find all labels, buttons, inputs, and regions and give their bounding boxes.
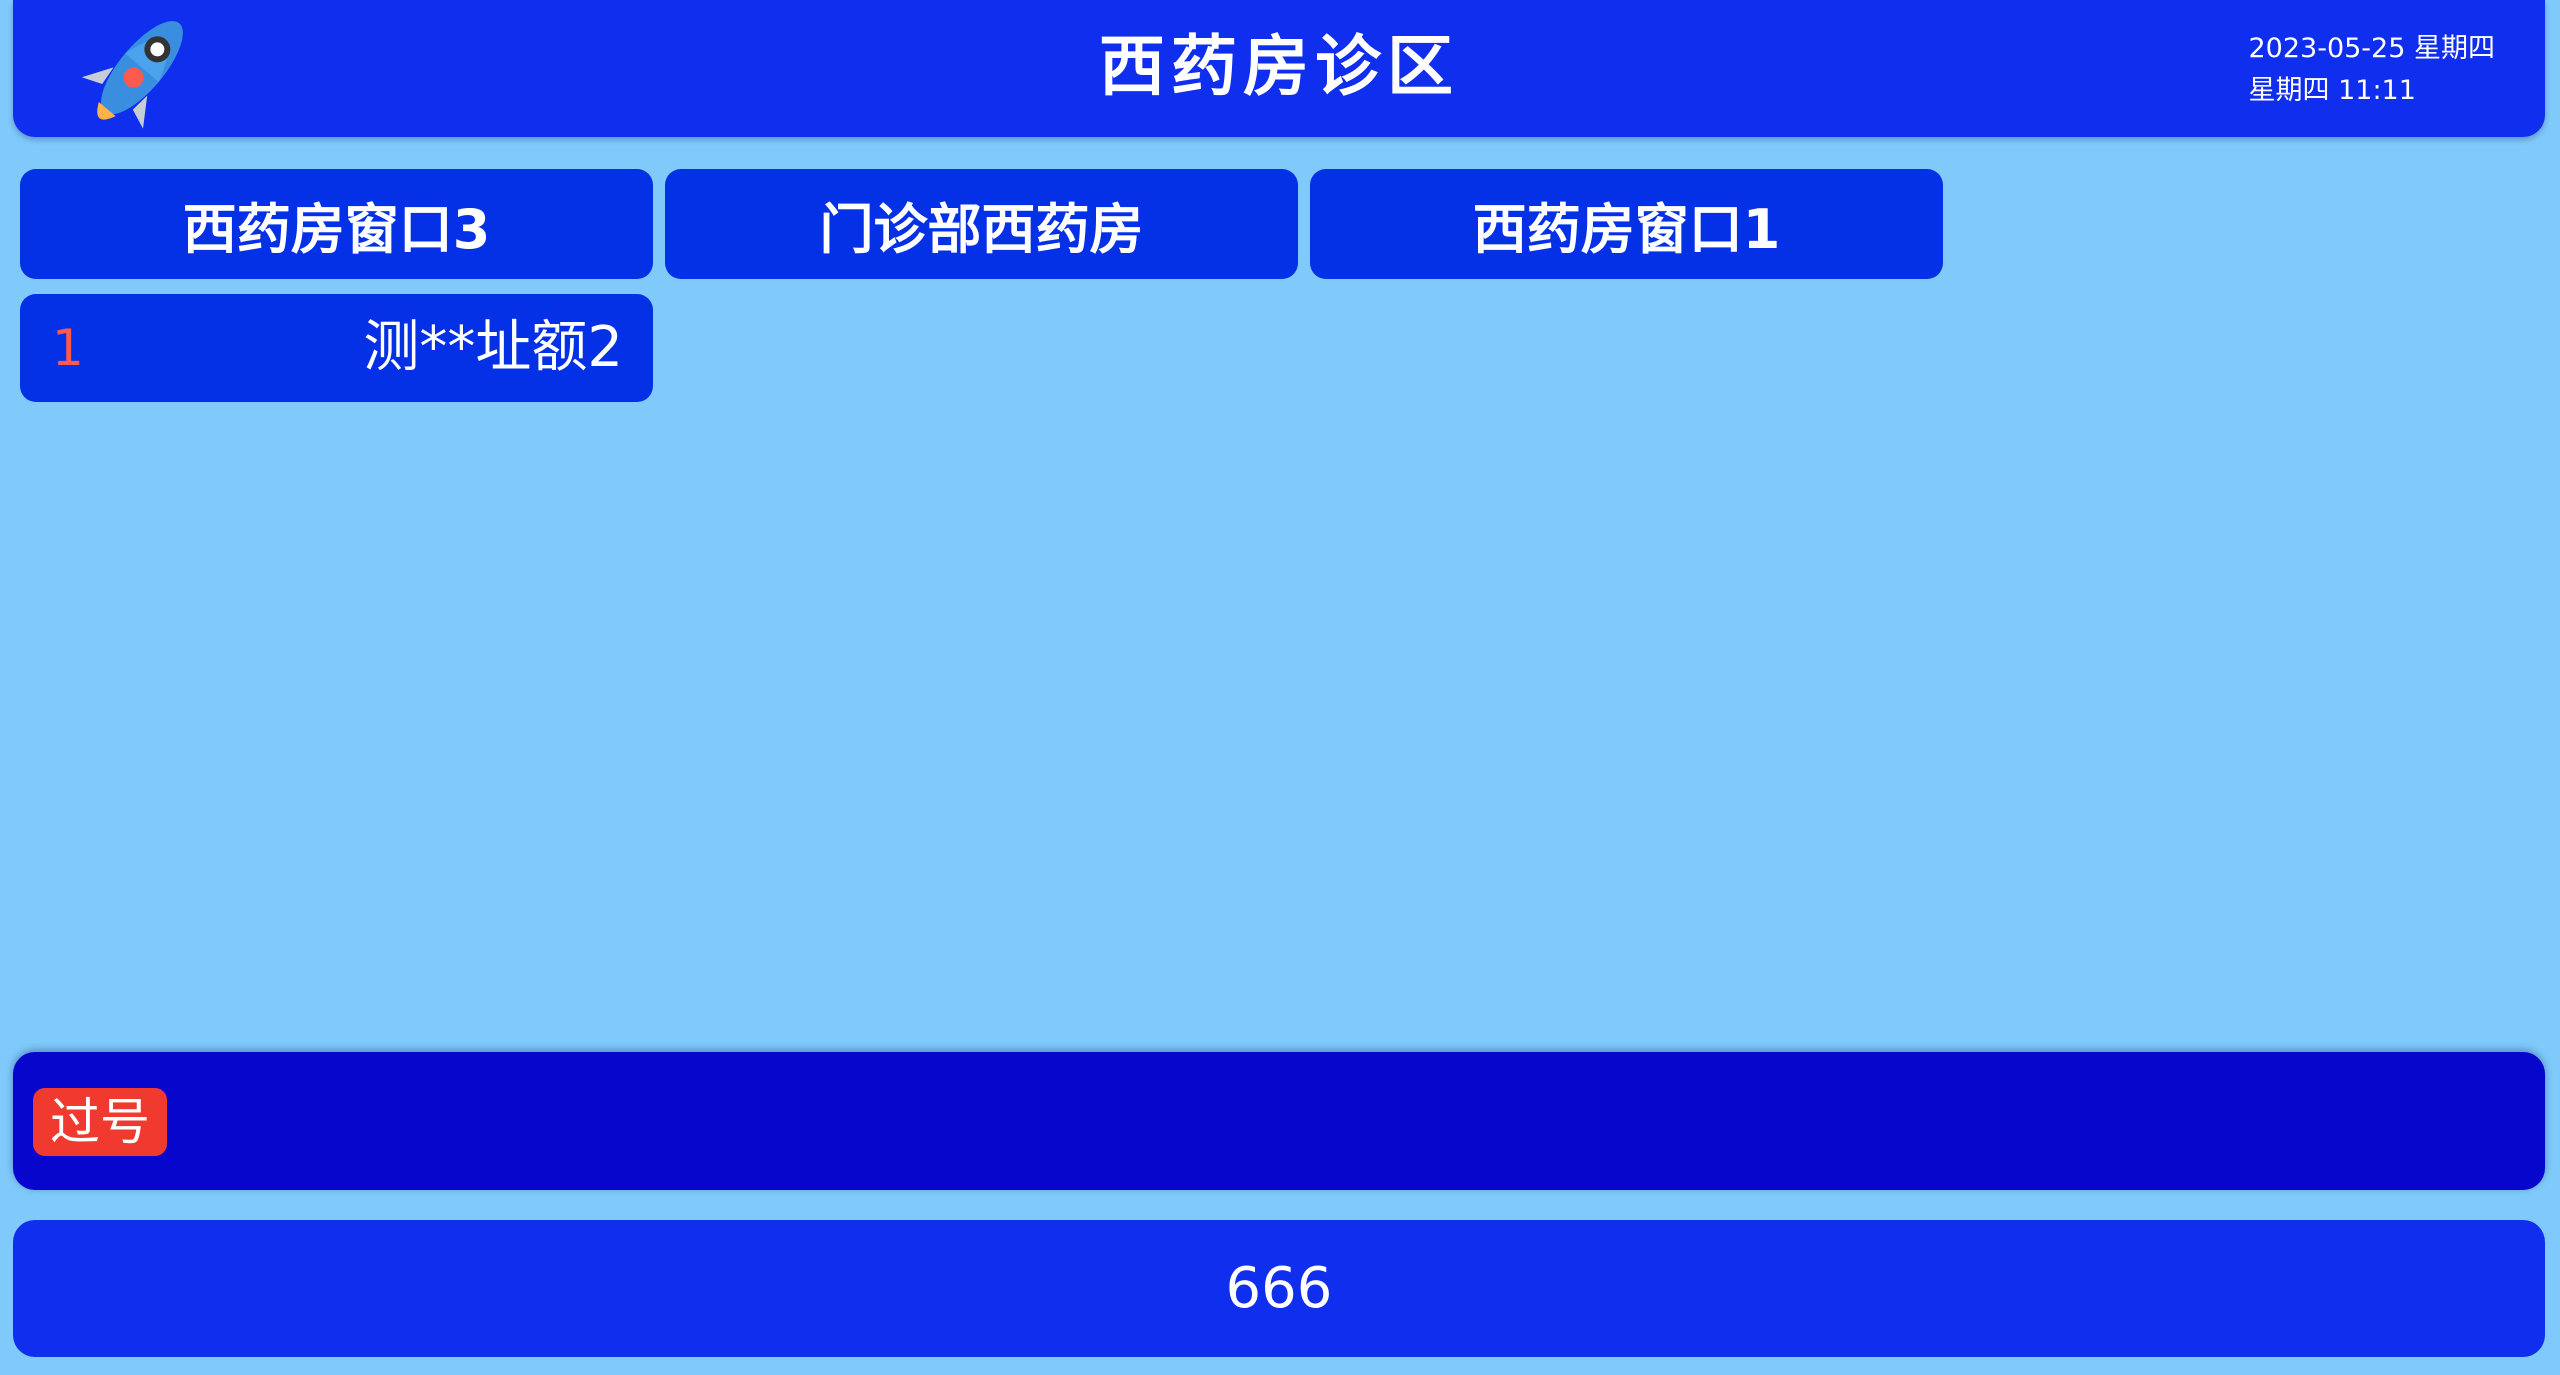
header: 西药房诊区 2023-05-25 星期四 星期四 11:11 bbox=[13, 0, 2545, 137]
window-tab-2[interactable]: 门诊部西药房 bbox=[665, 169, 1298, 279]
time-text: 星期四 11:11 bbox=[2248, 75, 2416, 106]
missed-queue-bar: 过号 bbox=[13, 1052, 2545, 1190]
patient-name: 测**址额2 bbox=[363, 315, 623, 380]
footer-notice: 666 bbox=[13, 1220, 2545, 1357]
window-tab-3[interactable]: 西药房窗口1 bbox=[1310, 169, 1943, 279]
date-text: 2023-05-25 星期四 bbox=[2248, 33, 2496, 64]
missed-badge: 过号 bbox=[33, 1088, 167, 1156]
datetime: 2023-05-25 星期四 星期四 11:11 bbox=[2249, 28, 2496, 112]
queue-item: 1 测**址额2 bbox=[20, 294, 653, 402]
window-tab-1[interactable]: 西药房窗口3 bbox=[20, 169, 653, 279]
page-title: 西药房诊区 bbox=[1099, 28, 1459, 105]
queue-number: 1 bbox=[52, 319, 84, 377]
